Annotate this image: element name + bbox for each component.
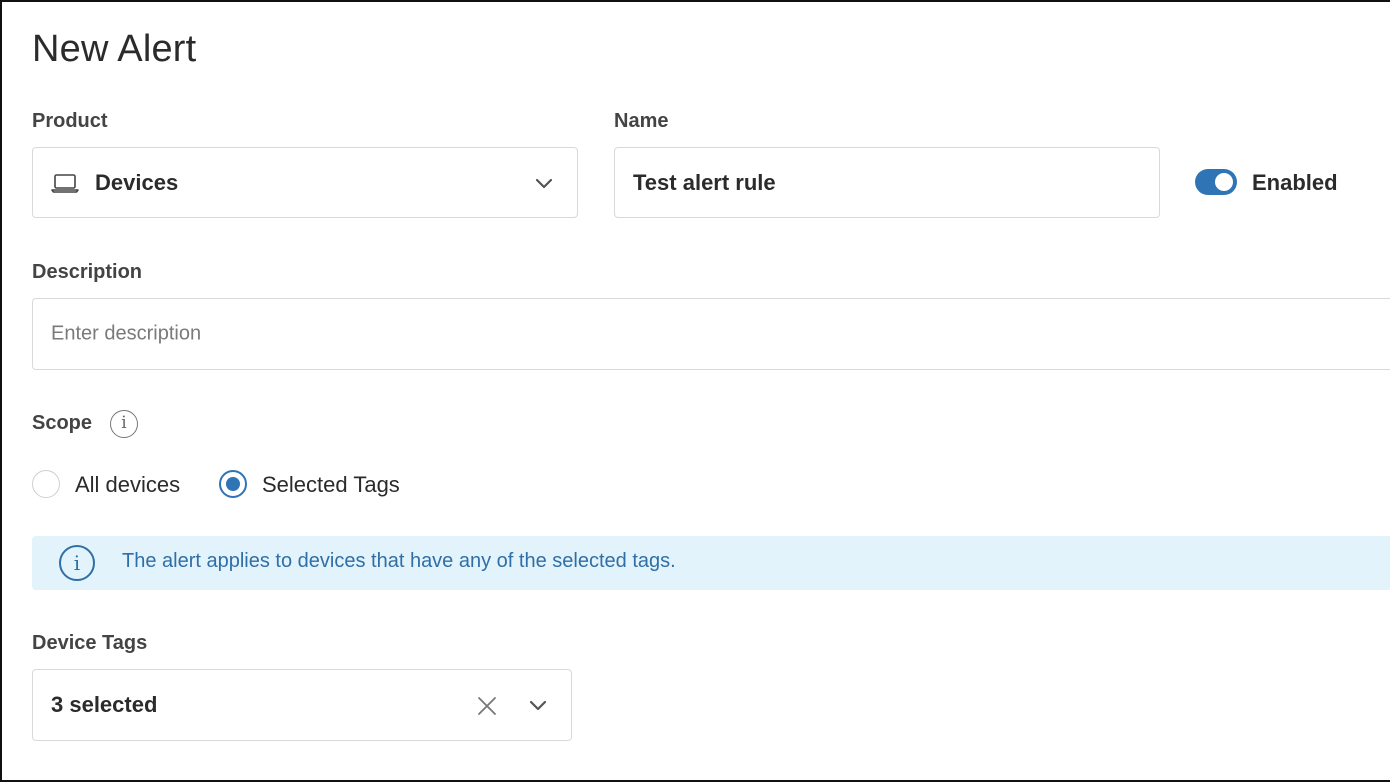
banner-text: The alert applies to devices that have a… [122,550,676,572]
chevron-down-icon[interactable] [529,699,547,711]
laptop-icon [51,172,79,194]
radio-all-devices-label[interactable]: All devices [75,472,180,498]
info-icon: i [59,545,95,581]
scope-label: Scope [32,412,93,434]
device-tags-value: 3 selected [51,692,158,717]
name-label: Name [614,110,669,132]
description-input[interactable]: Enter description [32,298,1390,370]
chevron-down-icon [535,177,553,189]
name-value: Test alert rule [633,169,776,195]
description-label: Description [32,261,143,283]
device-tags-label: Device Tags [32,632,148,654]
radio-selected-dot [226,477,240,491]
name-input[interactable]: Test alert rule [614,147,1160,218]
product-value: Devices [95,169,179,195]
enabled-label: Enabled [1252,170,1338,195]
device-tags-select[interactable]: 3 selected [32,669,572,741]
product-select[interactable]: Devices [32,147,578,218]
description-placeholder: Enter description [51,322,202,345]
radio-selected-tags-label[interactable]: Selected Tags [262,472,400,498]
scope-info-banner: i The alert applies to devices that have… [32,536,1390,590]
radio-all-devices[interactable] [32,470,60,498]
toggle-knob [1215,173,1233,191]
page-title: New Alert [32,28,197,70]
radio-selected-tags[interactable] [219,470,247,498]
enabled-toggle[interactable] [1195,169,1237,195]
info-icon[interactable]: i [110,410,138,438]
new-alert-form: New Alert Product Devices Name Test aler… [0,0,1390,782]
product-label: Product [32,110,108,132]
close-icon[interactable] [477,696,497,716]
